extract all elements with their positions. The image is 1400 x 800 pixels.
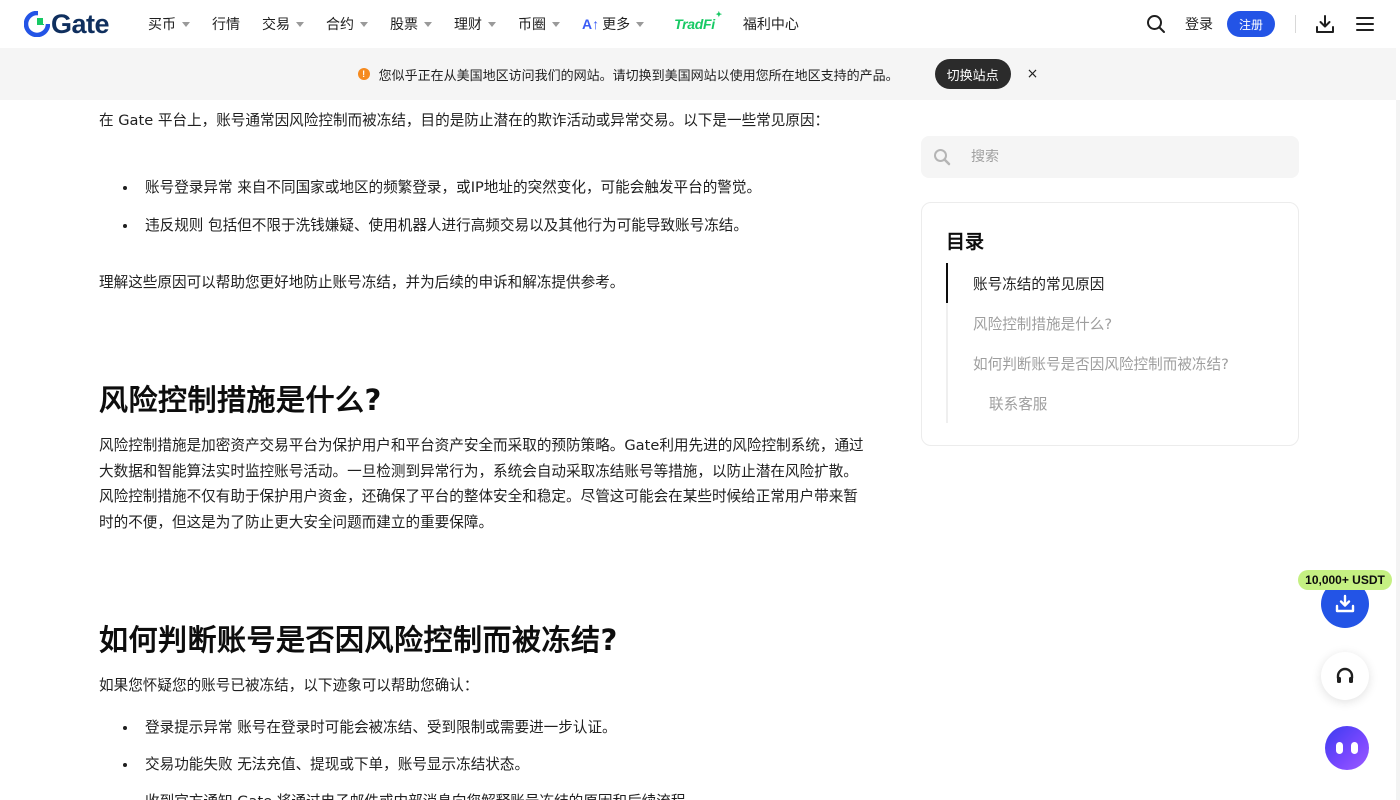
nav-item-stocks[interactable]: 股票 — [390, 14, 432, 34]
top-navigation-bar: Gate 买币 行情 交易 合约 股票 理财 币圈 A↑ 更多 TradFi ✦ … — [0, 0, 1400, 48]
hamburger-menu-icon — [1356, 17, 1374, 31]
page-scrollbar[interactable] — [1396, 100, 1400, 800]
sparkle-icon: ✦ — [715, 10, 722, 19]
toc-item-risk-control[interactable]: 风险控制措施是什么? — [973, 313, 1263, 334]
section-heading-risk-control: 风险控制措施是什么? — [99, 383, 382, 417]
download-icon — [1335, 594, 1355, 613]
chevron-down-icon — [182, 22, 190, 27]
nav-item-buy-crypto[interactable]: 买币 — [148, 14, 190, 34]
search-icon — [934, 149, 951, 166]
table-of-contents: 目录 账号冻结的常见原因 风险控制措施是什么? 如何判断账号是否因风险控制而被冻… — [921, 202, 1299, 446]
notice-text: 您似乎正在从美国地区访问我们的网站。请切换到美国网站以使用您所在地区支持的产品。 — [378, 68, 899, 84]
customer-support-fab[interactable] — [1321, 652, 1369, 700]
nav-label: 股票 — [390, 17, 418, 33]
reasons-summary: 理解这些原因可以帮助您更好地防止账号冻结，并为后续的申诉和解冻提供参考。 — [99, 274, 625, 291]
tradfi-logo: TradFi ✦ — [674, 10, 722, 32]
nav-label: 福利中心 — [742, 17, 799, 33]
nav-item-futures[interactable]: 合约 — [326, 14, 368, 34]
search-input[interactable] — [971, 149, 1271, 165]
article-search-box[interactable] — [921, 136, 1299, 178]
search-button[interactable] — [1145, 13, 1167, 35]
section-heading-how-to-check: 如何判断账号是否因风险控制而被冻结? — [99, 623, 618, 657]
headset-icon — [1336, 667, 1354, 683]
nav-item-welfare-center[interactable]: 福利中心 — [743, 14, 799, 34]
ai-sparkle-icon: A↑ — [582, 16, 600, 32]
nav-item-more[interactable]: A↑ 更多 — [582, 14, 645, 34]
risk-control-paragraph: 风险控制措施是加密资产交易平台为保护用户和平台资产安全而采取的预防策略。Gate… — [99, 437, 864, 531]
chevron-down-icon — [424, 22, 432, 27]
notice-content: ! 您似乎正在从美国地区访问我们的网站。请切换到美国网站以使用您所在地区支持的产… — [357, 59, 1039, 89]
nav-label: 买币 — [148, 17, 176, 33]
nav-label: 币圈 — [518, 17, 546, 33]
nav-label: 交易 — [262, 17, 290, 33]
signs-list: 登录提示异常 账号在登录时可能会被冻结、受到限制或需要进一步认证。 交易功能失败… — [99, 717, 871, 800]
how-to-check-intro: 如果您怀疑您的账号已被冻结，以下迹象可以帮助您确认： — [99, 677, 479, 694]
bot-eye-icon — [1336, 742, 1343, 754]
register-button[interactable]: 注册 — [1226, 11, 1275, 37]
nav-item-markets[interactable]: 行情 — [212, 14, 240, 34]
nav-label: 理财 — [454, 17, 482, 33]
promo-badge[interactable]: 10,000+ USDT — [1298, 570, 1392, 590]
switch-site-button[interactable]: 切换站点 — [934, 59, 1011, 89]
toc-item-contact-support[interactable]: 联系客服 — [989, 393, 1279, 414]
chevron-down-icon — [360, 22, 368, 27]
list-item: 交易功能失败 无法充值、提现或下单，账号显示冻结状态。 — [99, 754, 871, 776]
list-item: 违反规则 包括但不限于洗钱嫌疑、使用机器人进行高频交易以及其他行为可能导致账号冻… — [99, 215, 871, 237]
warning-icon: ! — [357, 68, 370, 80]
nav-right-actions: 登录 注册 — [1145, 0, 1376, 48]
nav-label: 更多 — [602, 17, 631, 33]
menu-button[interactable] — [1354, 13, 1376, 35]
nav-item-trade[interactable]: 交易 — [262, 14, 304, 34]
toc-item-common-reasons[interactable]: 账号冻结的常见原因 — [973, 273, 1263, 294]
nav-item-earn[interactable]: 理财 — [454, 14, 496, 34]
bot-eye-icon — [1351, 742, 1358, 754]
chevron-down-icon — [296, 22, 304, 27]
reasons-list: 账号登录异常 来自不同国家或地区的频繁登录，或IP地址的突然变化，可能会触发平台… — [99, 177, 871, 237]
gate-logo[interactable]: Gate — [24, 9, 110, 39]
chevron-down-icon — [552, 22, 560, 27]
chevron-down-icon — [488, 22, 496, 27]
download-icon — [1316, 15, 1334, 33]
intro-paragraph: 在 Gate 平台上，账号通常因风险控制而被冻结，目的是防止潜在的欺诈活动或异常… — [99, 112, 830, 129]
login-link[interactable]: 登录 — [1185, 14, 1213, 34]
nav-label: 合约 — [326, 17, 354, 33]
close-icon[interactable]: × — [1027, 66, 1039, 82]
ai-assistant-fab[interactable] — [1325, 726, 1369, 770]
tradfi-label: TradFi — [674, 16, 715, 32]
toc-item-how-to-check[interactable]: 如何判断账号是否因风险控制而被冻结? — [973, 353, 1263, 374]
search-icon — [1146, 15, 1165, 33]
chevron-down-icon — [636, 22, 645, 27]
brand-name: Gate — [51, 9, 110, 39]
gate-logo-icon — [24, 11, 50, 37]
toc-title: 目录 — [946, 231, 985, 253]
main-nav: 买币 行情 交易 合约 股票 理财 币圈 A↑ 更多 TradFi ✦ 福利中心 — [148, 0, 821, 48]
nav-item-tradfi[interactable]: TradFi ✦ — [674, 10, 722, 32]
list-item: 收到官方通知 Gate 将通过电子邮件或内部消息向您解释账号冻结的原因和后续流程… — [99, 791, 871, 800]
toc-active-indicator — [946, 263, 948, 303]
region-notice-banner: ! 您似乎正在从美国地区访问我们的网站。请切换到美国网站以使用您所在地区支持的产… — [0, 48, 1396, 100]
list-item: 登录提示异常 账号在登录时可能会被冻结、受到限制或需要进一步认证。 — [99, 717, 871, 739]
nav-label: 行情 — [212, 17, 240, 33]
nav-item-community[interactable]: 币圈 — [518, 14, 560, 34]
divider — [1295, 15, 1296, 33]
download-app-button[interactable] — [1314, 13, 1336, 35]
list-item: 账号登录异常 来自不同国家或地区的频繁登录，或IP地址的突然变化，可能会触发平台… — [99, 177, 871, 199]
